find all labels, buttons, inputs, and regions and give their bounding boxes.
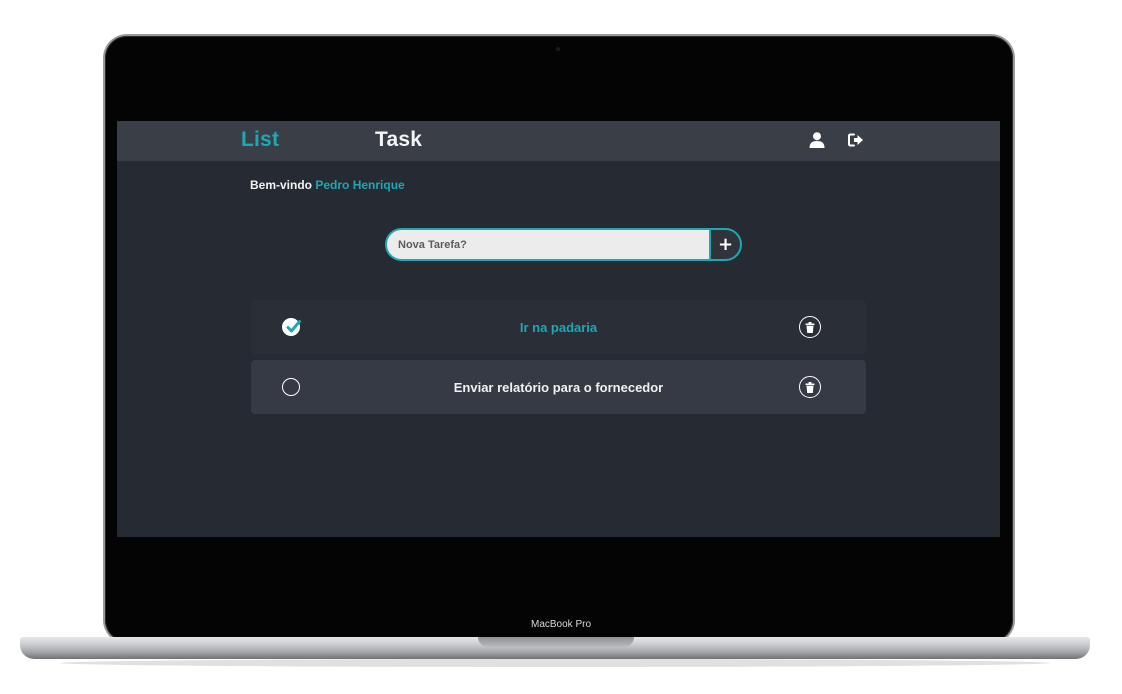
trash-icon (805, 321, 815, 333)
logo-text-accent: List (241, 128, 280, 151)
camera-dot (556, 47, 560, 51)
task-item: Ir na padaria (251, 300, 866, 354)
welcome-message: Bem-vindo Pedro Henrique (250, 178, 405, 192)
task-checkbox[interactable] (282, 378, 300, 396)
app-screen: Task List Bem-vindo Pedro Henrique + (117, 121, 1000, 537)
laptop-shadow (60, 659, 1050, 667)
new-task-input[interactable] (385, 228, 715, 261)
check-icon (286, 320, 301, 333)
logout-icon[interactable] (847, 131, 865, 149)
add-task-button[interactable]: + (709, 228, 742, 261)
delete-task-button[interactable] (799, 316, 821, 338)
task-checkbox-checked[interactable] (282, 318, 301, 336)
delete-task-button[interactable] (799, 376, 821, 398)
task-item: Enviar relatório para o fornecedor (251, 360, 866, 414)
user-icon[interactable] (808, 131, 826, 149)
task-title: Ir na padaria (519, 319, 598, 335)
logo-text-primary: Task (375, 128, 423, 151)
welcome-greeting: Bem-vindo (250, 178, 313, 192)
top-navbar: Task List (117, 121, 1000, 161)
new-task-form: + (385, 228, 742, 261)
device-label: MacBook Pro (530, 619, 592, 630)
app-logo[interactable]: Task List (241, 128, 422, 152)
welcome-user-name: Pedro Henrique (315, 178, 405, 192)
trash-icon (805, 381, 815, 393)
laptop-base-notch (478, 637, 634, 647)
task-title: Enviar relatório para o fornecedor (453, 379, 664, 395)
